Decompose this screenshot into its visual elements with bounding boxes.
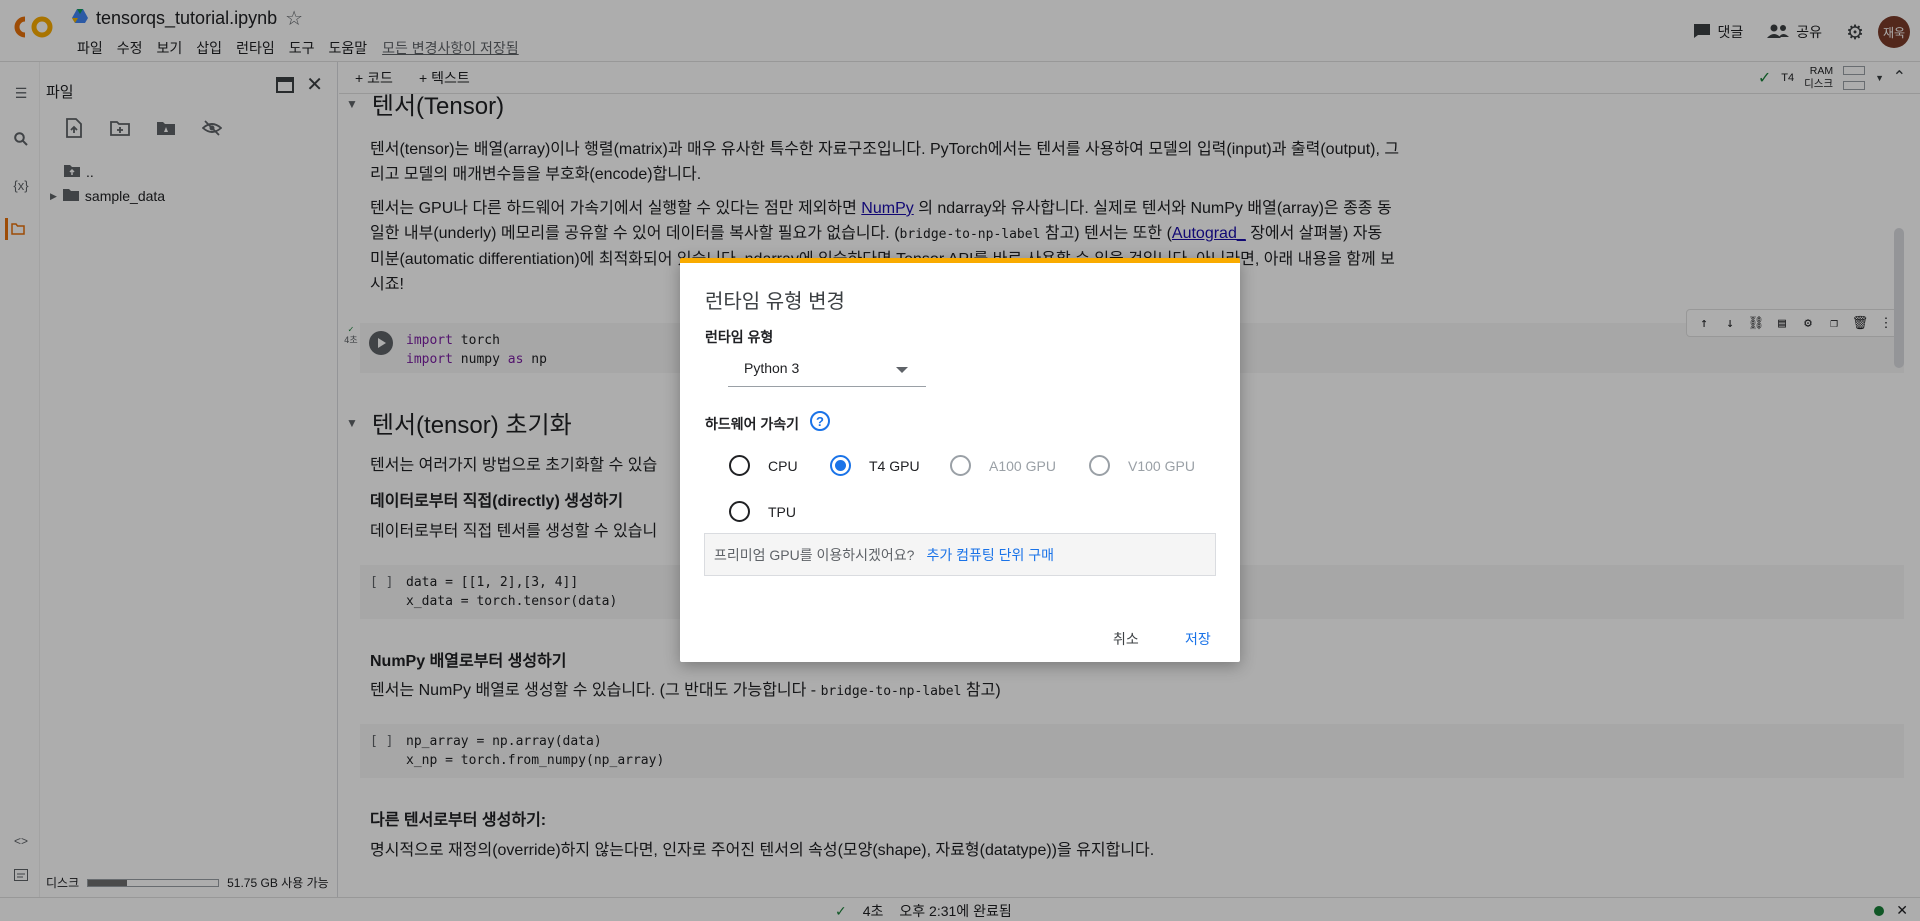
premium-text: 프리미엄 GPU를 이용하시겠어요? <box>714 546 915 563</box>
radio-label: CPU <box>768 457 798 474</box>
radio-circle <box>830 455 851 476</box>
change-runtime-dialog: 런타임 유형 변경 런타임 유형 Python 3 하드웨어 가속기 ? CPU… <box>680 258 1240 662</box>
radio-circle <box>950 455 971 476</box>
accelerator-label: 하드웨어 가속기 <box>705 416 800 432</box>
radio-cpu[interactable]: CPU <box>729 455 798 476</box>
buy-compute-units-link[interactable]: 추가 컴퓨팅 단위 구매 <box>926 545 1054 565</box>
runtime-type-select[interactable]: Python 3 <box>728 353 926 387</box>
radio-label: V100 GPU <box>1128 457 1195 474</box>
radio-circle <box>729 501 750 522</box>
radio-v100-gpu: V100 GPU <box>1089 455 1195 476</box>
radio-a100-gpu: A100 GPU <box>950 455 1056 476</box>
radio-label: A100 GPU <box>989 457 1056 474</box>
radio-tpu[interactable]: TPU <box>729 501 796 522</box>
radio-label: TPU <box>768 503 796 520</box>
runtime-type-label: 런타임 유형 <box>705 329 774 345</box>
cancel-button[interactable]: 취소 <box>1113 629 1139 649</box>
radio-t4-gpu[interactable]: T4 GPU <box>830 455 920 476</box>
radio-label: T4 GPU <box>869 457 920 474</box>
save-button[interactable]: 저장 <box>1185 629 1211 649</box>
premium-gpu-banner: 프리미엄 GPU를 이용하시겠어요? 추가 컴퓨팅 단위 구매 <box>704 533 1216 576</box>
radio-circle <box>729 455 750 476</box>
help-icon[interactable]: ? <box>810 411 830 431</box>
radio-circle <box>1089 455 1110 476</box>
dialog-title: 런타임 유형 변경 <box>705 291 845 313</box>
chevron-down-icon <box>896 367 908 373</box>
runtime-type-value: Python 3 <box>744 360 800 376</box>
